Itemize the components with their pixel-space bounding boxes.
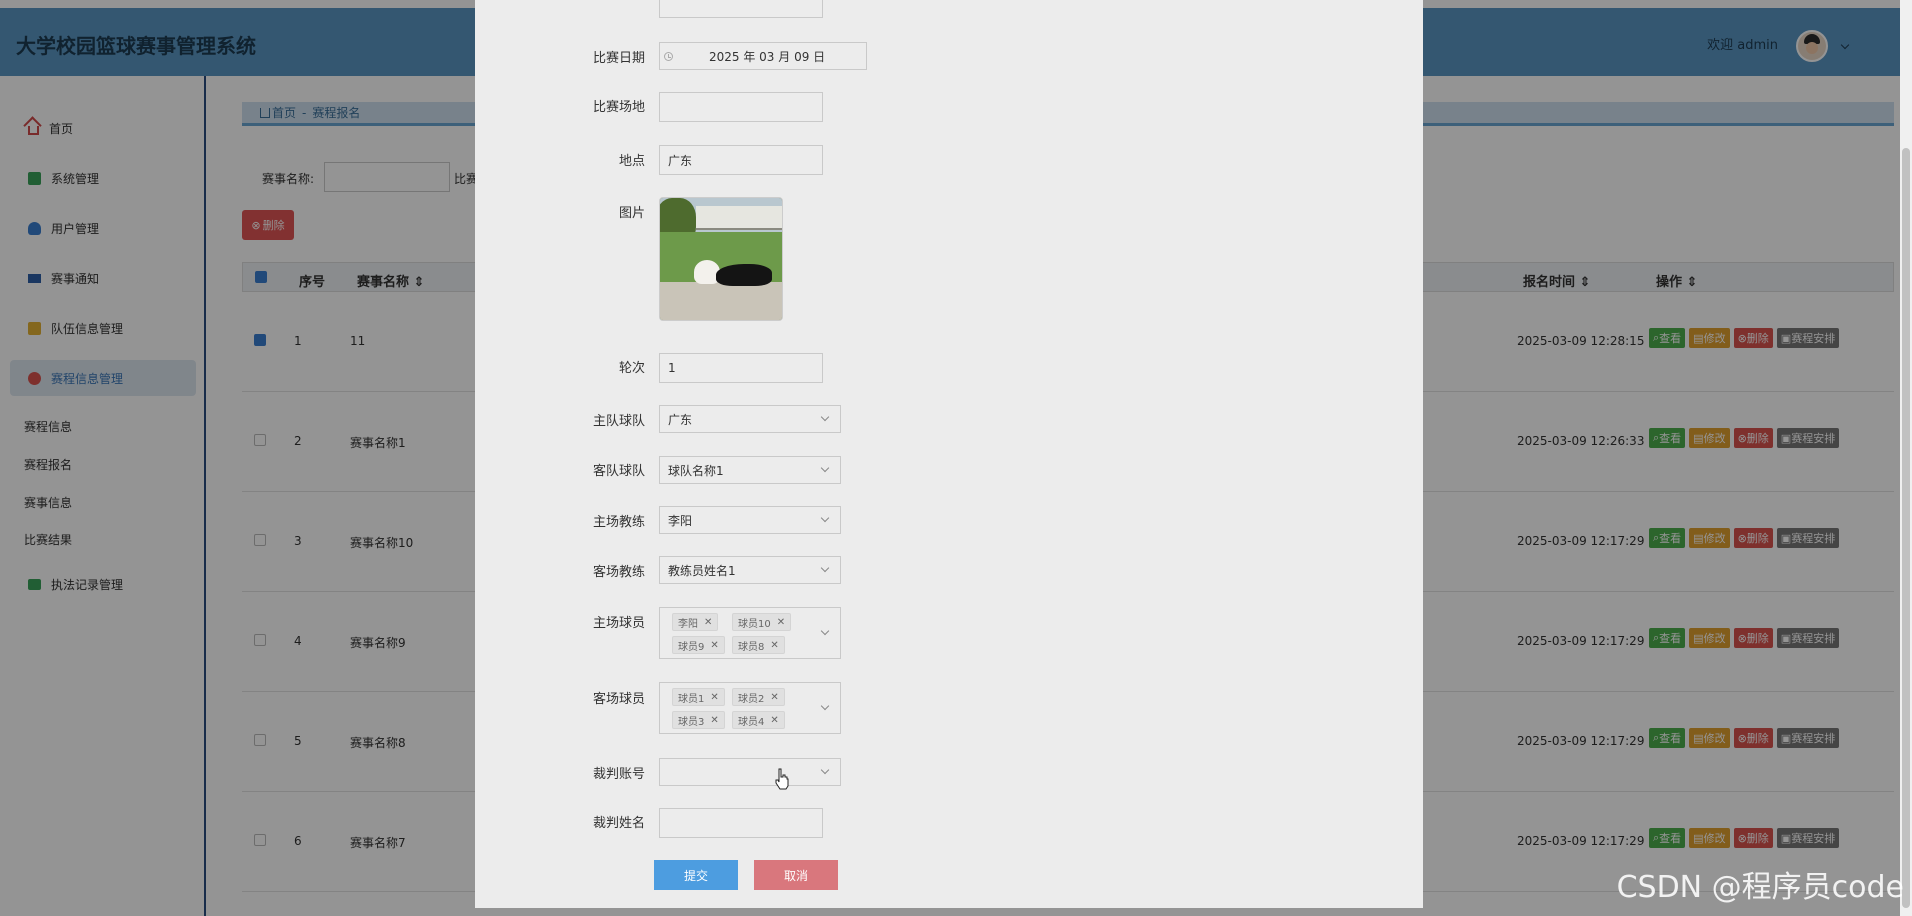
form-field-partial[interactable]	[659, 0, 823, 18]
close-icon[interactable]: ✕	[770, 640, 778, 651]
date-label: 比赛日期	[592, 51, 645, 66]
venue-input[interactable]	[659, 92, 823, 122]
away-coach-select[interactable]: 教练员姓名1	[659, 556, 841, 584]
away-team-select[interactable]: 球队名称1	[659, 456, 841, 484]
close-icon[interactable]: ✕	[704, 617, 712, 628]
home-players-label: 主场球员	[592, 616, 645, 631]
player-tag: 球员1 ✕	[672, 688, 725, 706]
referee-name-input[interactable]	[659, 808, 823, 838]
close-icon[interactable]: ✕	[770, 715, 778, 726]
away-coach-label: 客场教练	[592, 565, 645, 580]
close-icon[interactable]: ✕	[770, 692, 778, 703]
clock-icon	[664, 51, 673, 61]
chevron-down-icon	[820, 701, 830, 711]
submit-button[interactable]: 提交	[654, 860, 738, 890]
home-players-multiselect[interactable]: 李阳 ✕ 球员10 ✕ 球员9 ✕ 球员8 ✕	[659, 607, 841, 659]
player-tag: 球员2 ✕	[732, 688, 785, 706]
close-icon[interactable]: ✕	[710, 715, 718, 726]
chevron-down-icon	[820, 463, 830, 473]
home-team-label: 主队球队	[592, 414, 645, 429]
referee-account-label: 裁判账号	[592, 767, 645, 782]
chevron-down-icon	[820, 412, 830, 422]
home-coach-select[interactable]: 李阳	[659, 506, 841, 534]
close-icon[interactable]: ✕	[777, 617, 785, 628]
home-coach-label: 主场教练	[592, 515, 645, 530]
close-icon[interactable]: ✕	[710, 640, 718, 651]
close-icon[interactable]: ✕	[710, 692, 718, 703]
round-input[interactable]: 1	[659, 353, 823, 383]
chevron-down-icon	[820, 626, 830, 636]
hand-cursor-icon	[775, 768, 789, 790]
schedule-form-modal: 比赛日期 2025 年 03 月 09 日 比赛场地 地点 广东 图片 轮次 1…	[475, 0, 1423, 908]
location-label: 地点	[618, 154, 645, 169]
scrollbar-thumb[interactable]	[1902, 148, 1910, 908]
away-players-multiselect[interactable]: 球员1 ✕ 球员2 ✕ 球员3 ✕ 球员4 ✕	[659, 682, 841, 734]
cancel-button[interactable]: 取消	[754, 860, 838, 890]
player-tag: 球员8 ✕	[732, 636, 785, 654]
date-picker[interactable]: 2025 年 03 月 09 日	[659, 42, 867, 70]
location-input[interactable]: 广东	[659, 145, 823, 175]
player-tag: 球员9 ✕	[672, 636, 725, 654]
image-label: 图片	[618, 206, 645, 221]
referee-account-select[interactable]	[659, 758, 841, 786]
player-tag: 球员10 ✕	[732, 613, 792, 631]
watermark: CSDN @程序员code	[1616, 870, 1904, 905]
away-team-label: 客队球队	[592, 464, 645, 479]
player-tag: 李阳 ✕	[672, 613, 719, 631]
away-players-label: 客场球员	[592, 692, 645, 707]
venue-label: 比赛场地	[592, 100, 645, 115]
player-tag: 球员3 ✕	[672, 711, 725, 729]
image-preview[interactable]	[659, 197, 783, 321]
referee-name-label: 裁判姓名	[592, 816, 645, 831]
round-label: 轮次	[618, 361, 645, 376]
scrollbar[interactable]	[1900, 0, 1912, 916]
chevron-down-icon	[820, 513, 830, 523]
home-team-select[interactable]: 广东	[659, 405, 841, 433]
date-value: 2025 年 03 月 09 日	[709, 49, 826, 64]
player-tag: 球员4 ✕	[732, 711, 785, 729]
chevron-down-icon	[820, 563, 830, 573]
chevron-down-icon	[820, 765, 830, 775]
